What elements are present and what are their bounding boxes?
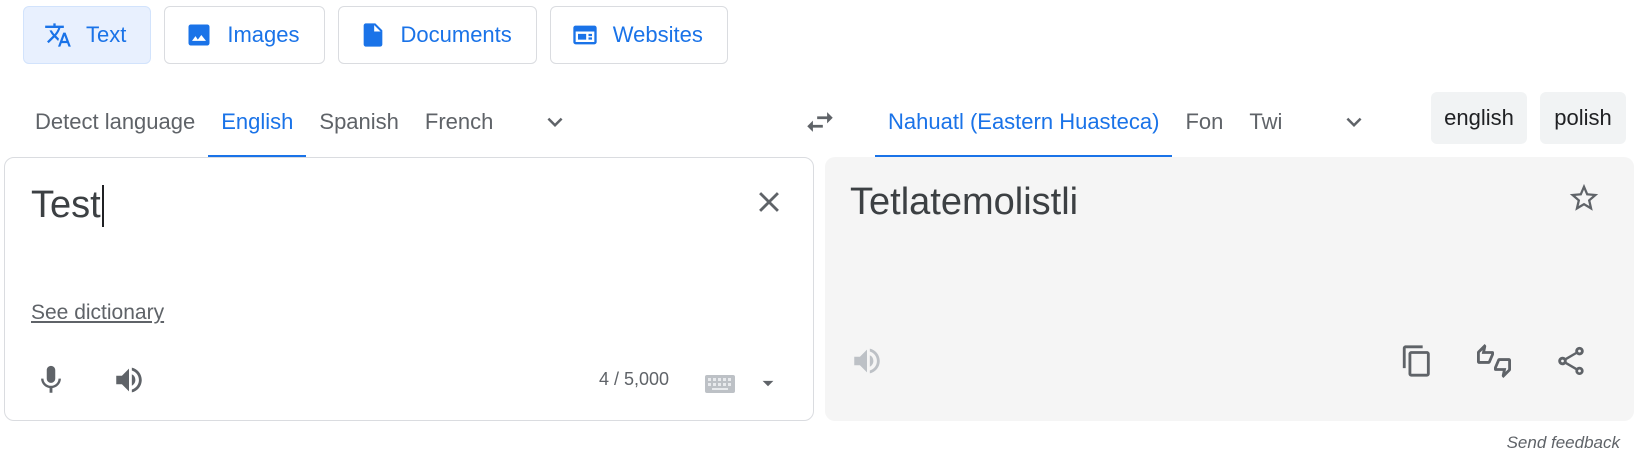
- source-lang-french[interactable]: French: [412, 86, 506, 158]
- image-icon: [188, 24, 210, 46]
- voice-input-button[interactable]: [27, 356, 75, 404]
- input-tools-dropdown[interactable]: [755, 370, 781, 396]
- translated-text: Tetlatemolistli: [850, 181, 1079, 223]
- save-translation-button[interactable]: [1560, 174, 1608, 222]
- translation-panel: Tetlatemolistli: [825, 157, 1634, 421]
- mode-tab-label: Documents: [400, 22, 512, 47]
- lang-label: Twi: [1249, 109, 1283, 134]
- rate-translation-button[interactable]: [1470, 337, 1518, 385]
- target-lang-twi[interactable]: Twi: [1236, 86, 1295, 158]
- source-lang-spanish[interactable]: Spanish: [306, 86, 412, 158]
- close-icon: [759, 192, 779, 212]
- star-outline-icon: [1569, 183, 1599, 211]
- source-text: Test: [31, 184, 101, 226]
- see-dictionary-link[interactable]: See dictionary: [31, 301, 164, 325]
- listen-source-button[interactable]: [105, 356, 153, 404]
- listen-translation-button[interactable]: [843, 337, 891, 385]
- translate-icon: [45, 23, 71, 47]
- target-lang-fon[interactable]: Fon: [1172, 86, 1236, 158]
- lang-label: French: [424, 109, 494, 134]
- source-lang-more-button[interactable]: [530, 86, 580, 158]
- recent-lang-chip-english[interactable]: english: [1431, 92, 1527, 144]
- input-tools-button[interactable]: [705, 373, 735, 395]
- web-icon: [573, 25, 597, 45]
- swap-icon: [807, 112, 833, 132]
- mode-tab-images[interactable]: Images: [164, 6, 325, 64]
- source-lang-detect[interactable]: Detect language: [22, 86, 208, 158]
- target-language-bar: Nahuatl (Eastern Huasteca) Fon Twi: [875, 86, 1379, 158]
- lang-label: Detect language: [35, 109, 196, 134]
- source-language-bar: Detect language English Spanish French: [22, 86, 580, 158]
- clear-source-button[interactable]: [745, 178, 793, 226]
- speaker-icon: [116, 367, 142, 393]
- keyboard-icon: [705, 375, 735, 393]
- speaker-icon: [854, 348, 880, 374]
- recent-lang-chip-polish[interactable]: polish: [1540, 92, 1626, 144]
- lang-label: Nahuatl (Eastern Huasteca): [888, 109, 1160, 134]
- caret-down-icon: [762, 380, 774, 387]
- mode-tab-label: Text: [86, 22, 127, 47]
- share-translation-button[interactable]: [1547, 337, 1595, 385]
- document-icon: [363, 23, 382, 47]
- mode-tabs: Text Images Documents Websites: [23, 6, 728, 64]
- lang-label: Spanish: [319, 109, 399, 134]
- mode-tab-documents[interactable]: Documents: [337, 6, 537, 64]
- lang-label: Fon: [1185, 109, 1224, 134]
- target-lang-more-button[interactable]: [1329, 86, 1379, 158]
- source-panel: Test See dictionary 4 / 5,000: [4, 157, 814, 421]
- mode-tab-websites[interactable]: Websites: [549, 6, 728, 64]
- chevron-down-icon: [547, 117, 563, 127]
- share-icon: [1558, 346, 1584, 376]
- target-lang-nahuatl[interactable]: Nahuatl (Eastern Huasteca): [875, 86, 1173, 158]
- send-feedback-link[interactable]: Send feedback: [1507, 433, 1620, 453]
- mode-tab-label: Websites: [612, 22, 703, 47]
- swap-languages-button[interactable]: [796, 98, 844, 146]
- mode-tab-text[interactable]: Text: [23, 6, 152, 64]
- text-caret: [101, 184, 104, 227]
- microphone-icon: [41, 365, 61, 393]
- thumbs-up-down-icon: [1477, 344, 1511, 378]
- copy-icon: [1402, 345, 1430, 377]
- source-text-input[interactable]: Test: [31, 184, 104, 227]
- chevron-down-icon: [1346, 117, 1362, 127]
- lang-label: English: [221, 109, 294, 134]
- mode-tab-label: Images: [227, 22, 300, 47]
- source-lang-english[interactable]: English: [208, 86, 307, 158]
- copy-translation-button[interactable]: [1393, 337, 1441, 385]
- character-count: 4 / 5,000: [599, 369, 670, 389]
